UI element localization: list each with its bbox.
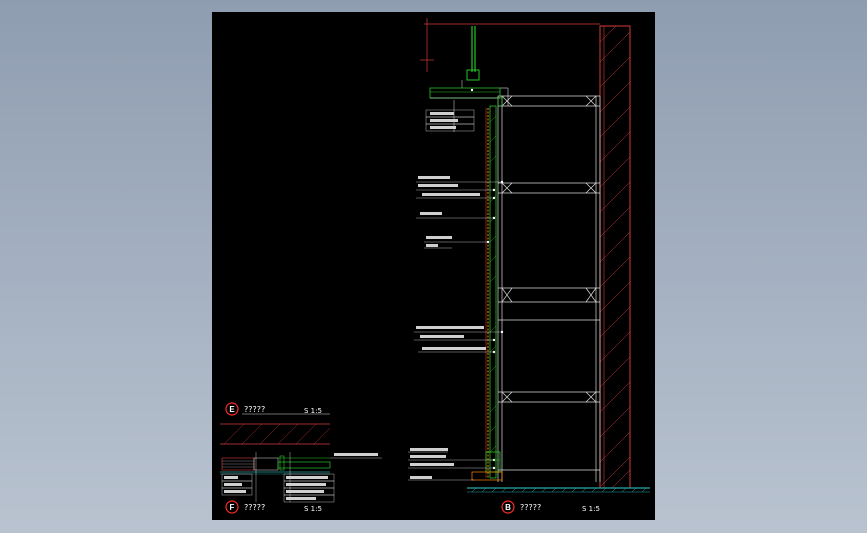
detail-e-f [220,423,382,503]
drawing-sheet: E ????? S 1:5 F ????? S 1:5 B ????? S 1:… [212,12,655,520]
wall-section-b [408,18,650,493]
callout-lower-text [416,326,486,350]
detail-scale-f: S 1:5 [304,505,322,513]
wall-hatch [599,25,631,489]
detail-title-e: E ????? S 1:5 [225,402,330,416]
cad-drawing: E ????? S 1:5 F ????? S 1:5 B ????? S 1:… [220,18,650,514]
concrete-wall [599,25,631,489]
hanger-bracket [466,69,480,81]
callout-middle-text [418,176,480,247]
detail-title-f-text: ????? [244,503,265,512]
marker-label-b: B [505,503,511,512]
insulation-hatch [489,115,497,453]
marker-label-e: E [229,405,235,414]
detail-title-e-text: ????? [244,405,265,414]
insulation-layer [489,105,497,479]
callout-top [425,100,475,132]
detail-title-f: F ????? S 1:5 [225,500,322,514]
detail-scale-b: S 1:5 [582,505,600,513]
ceiling-panel [429,87,501,99]
marker-label-f: F [230,503,235,512]
steel-frame [497,95,601,482]
detail-title-b: B ????? S 1:5 [501,500,600,514]
detail-title-b-text: ????? [520,503,541,512]
